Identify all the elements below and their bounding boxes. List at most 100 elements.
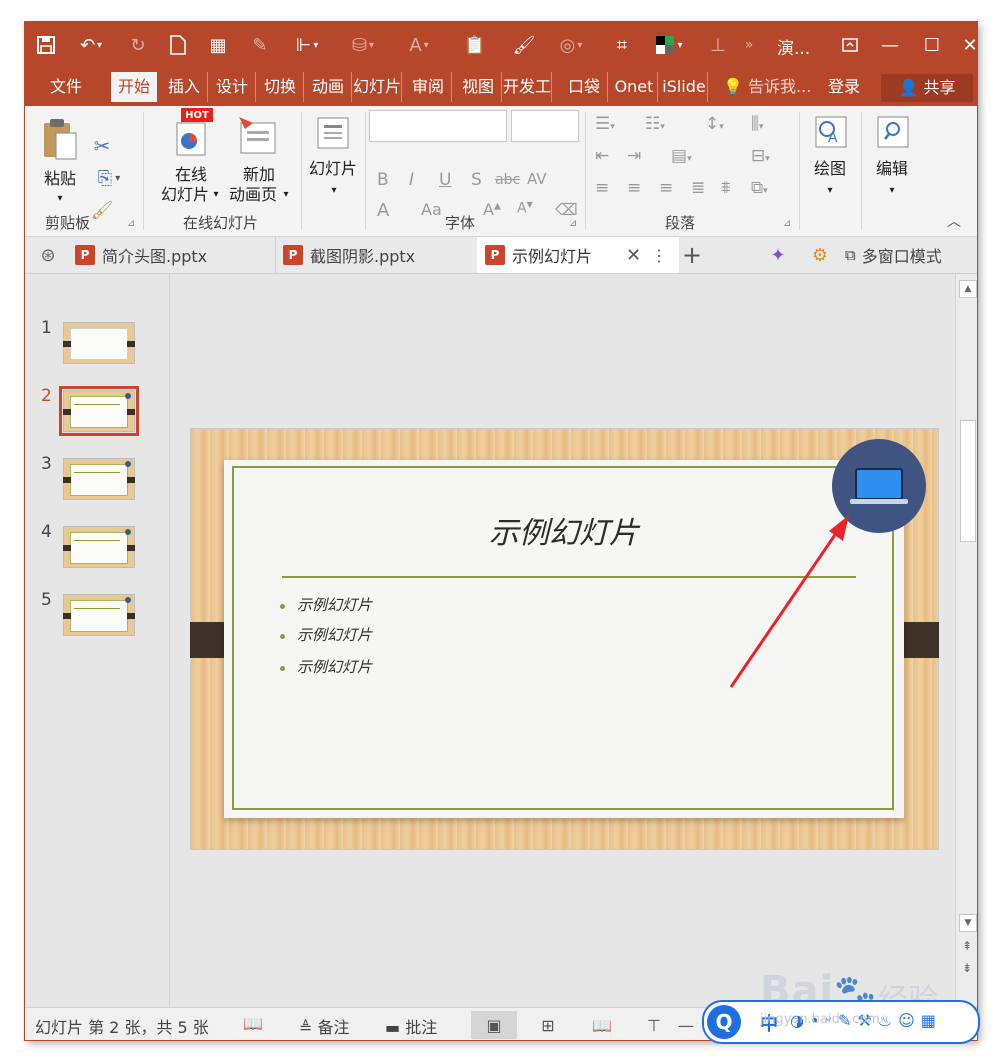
new-tab-icon[interactable]: + — [677, 237, 707, 273]
clipboard-icon[interactable]: 📋 — [455, 32, 495, 58]
align-left-icon[interactable]: ≡ — [595, 178, 609, 198]
underline-button[interactable]: U — [439, 170, 451, 190]
tab-design[interactable]: 设计 — [209, 72, 256, 102]
align-center-icon[interactable]: ≡ — [627, 178, 641, 198]
tab-manager-icon[interactable]: ⊛ — [31, 237, 65, 273]
slide-thumbnail-5[interactable] — [63, 594, 135, 636]
slides-dropdown-icon[interactable]: ▾ — [327, 180, 341, 201]
scroll-thumb[interactable] — [960, 420, 976, 542]
new-file-icon[interactable] — [165, 32, 191, 58]
tab-home[interactable]: 开始 — [111, 72, 157, 102]
tell-me-search[interactable]: 💡 告诉我... — [723, 72, 811, 102]
align-text-icon[interactable]: ⊟▾ — [751, 146, 770, 166]
crop-icon[interactable]: ⌗ — [609, 32, 635, 58]
strikethrough-button[interactable]: abc — [495, 172, 520, 188]
new-animation-dropdown-icon[interactable]: ▾ — [279, 184, 293, 205]
share-button[interactable]: 👤 共享 — [881, 74, 973, 102]
close-icon[interactable]: ✕ — [957, 32, 977, 58]
bullets-icon[interactable]: ☰▾ — [595, 114, 615, 134]
font-color-button[interactable]: A — [377, 200, 389, 221]
collapse-ribbon-icon[interactable]: ︿ — [947, 212, 961, 233]
paste-icon[interactable] — [39, 116, 81, 162]
redo-icon[interactable]: ↻ — [125, 32, 151, 58]
cut-icon[interactable]: ✂ — [89, 134, 115, 158]
current-slide[interactable]: 示例幻灯片 示例幻灯片 示例幻灯片 示例幻灯片 — [190, 428, 939, 850]
magic-icon[interactable]: ✦ — [763, 237, 793, 273]
next-slide-icon[interactable]: ⇟ — [959, 960, 975, 976]
smartart-icon[interactable]: ⧉▾ — [751, 178, 768, 198]
multiwindow-mode-button[interactable]: ⧉ 多窗口模式 — [845, 237, 975, 273]
slide-thumbnail-2[interactable] — [59, 386, 139, 436]
settings-gear-icon[interactable]: ⚙ — [805, 237, 835, 273]
tab-transitions[interactable]: 切换 — [257, 72, 304, 102]
grid-icon[interactable]: ▦ — [205, 32, 231, 58]
normal-view-icon[interactable]: ▣ — [471, 1011, 517, 1039]
vertical-scrollbar[interactable]: ▲ ▼ ⇞ ⇟ — [955, 274, 977, 1006]
tab-developer[interactable]: 开发工具 — [503, 72, 552, 102]
editing-dropdown-icon[interactable]: ▾ — [885, 180, 899, 201]
line-spacing-icon[interactable]: ↕▾ — [705, 114, 724, 134]
baidu-q-icon[interactable]: Q — [707, 1005, 741, 1039]
slide-thumbnail-3[interactable] — [63, 458, 135, 500]
drawing-dropdown-icon[interactable]: ▾ — [823, 180, 837, 201]
decrease-font-icon[interactable]: A▼ — [517, 200, 533, 217]
bullet-item-2[interactable]: 示例幻灯片 — [280, 624, 372, 645]
justify-icon[interactable]: ≣ — [691, 178, 705, 198]
text-direction-icon[interactable]: ⫼▾ — [751, 114, 763, 134]
bullet-item-1[interactable]: 示例幻灯片 — [280, 594, 372, 615]
font-color-icon[interactable]: A ▾ — [399, 32, 439, 58]
color-theme-icon[interactable]: ▾ — [649, 32, 689, 58]
align-icon[interactable]: ⊩ ▾ — [287, 32, 327, 58]
editing-search-icon[interactable] — [873, 112, 913, 152]
laptop-badge[interactable] — [832, 439, 926, 533]
font-size-dropdown[interactable] — [511, 110, 579, 142]
tab-islide[interactable]: iSlide — [661, 72, 708, 102]
tab-pocket[interactable]: 口袋 — [561, 72, 608, 102]
zoom-out-icon[interactable]: — — [671, 1011, 701, 1039]
copy-icon[interactable]: ⎘ ▾ — [89, 166, 129, 190]
tab-onenote[interactable]: Onet — [611, 72, 658, 102]
paragraph-launcher-icon[interactable]: ⊿ — [783, 218, 791, 229]
numbering-icon[interactable]: ☷▾ — [645, 114, 665, 134]
font-name-dropdown[interactable] — [369, 110, 507, 142]
format-painter-icon[interactable]: 🖌 — [511, 32, 537, 58]
clipboard-launcher-icon[interactable]: ⊿ — [127, 218, 135, 229]
tab-review[interactable]: 审阅 — [405, 72, 452, 102]
char-spacing-button[interactable]: AV — [527, 170, 547, 188]
tab-file[interactable]: 文件 — [31, 72, 101, 102]
paste-dropdown-icon[interactable]: ▾ — [35, 188, 85, 209]
prev-slide-icon[interactable]: ⇞ — [959, 938, 975, 954]
distribute-icon[interactable]: ⊥ — [705, 32, 731, 58]
tab-slideshow[interactable]: 幻灯片 — [353, 72, 402, 102]
format-painter-brush-icon[interactable]: 🖌 — [89, 198, 115, 222]
minimize-icon[interactable]: — — [877, 32, 903, 58]
doc-tab-3[interactable]: P 示例幻灯片 ✕ ⋮ — [477, 237, 679, 273]
increase-font-icon[interactable]: A▲ — [483, 200, 501, 219]
tab-menu-icon[interactable]: ⋮ — [651, 246, 667, 265]
ribbon-display-icon[interactable] — [837, 32, 863, 58]
tab-animations[interactable]: 动画 — [305, 72, 352, 102]
italic-button[interactable]: I — [409, 170, 414, 190]
reading-view-icon[interactable]: 📖 — [579, 1011, 625, 1039]
scroll-down-icon[interactable]: ▼ — [959, 914, 977, 932]
tab-view[interactable]: 视图 — [455, 72, 502, 102]
decrease-indent-icon[interactable]: ⇤ — [595, 146, 609, 166]
align-right-icon[interactable]: ≡ — [659, 178, 673, 198]
maximize-icon[interactable]: ☐ — [919, 32, 945, 58]
undo-icon[interactable]: ↶ ▾ — [71, 32, 111, 58]
more-icon[interactable]: » — [739, 32, 759, 58]
comments-button[interactable]: ▬ 批注 — [385, 1014, 437, 1038]
increase-indent-icon[interactable]: ⇥ — [627, 146, 641, 166]
shape-icon[interactable]: ◎ ▾ — [551, 32, 591, 58]
new-slide-icon[interactable] — [313, 112, 353, 154]
doc-tab-1[interactable]: P 简介头图.pptx — [67, 237, 276, 273]
save-icon[interactable] — [33, 32, 59, 58]
drawing-icon[interactable]: A — [811, 112, 851, 152]
close-tab-icon[interactable]: ✕ — [626, 245, 641, 266]
tab-insert[interactable]: 插入 — [161, 72, 208, 102]
slide-title[interactable]: 示例幻灯片 — [224, 508, 904, 552]
bullet-item-3[interactable]: 示例幻灯片 — [280, 656, 372, 677]
font-launcher-icon[interactable]: ⊿ — [569, 218, 577, 229]
distributed-icon[interactable]: ⩨ — [721, 178, 731, 198]
doc-tab-2[interactable]: P 截图阴影.pptx — [275, 237, 484, 273]
